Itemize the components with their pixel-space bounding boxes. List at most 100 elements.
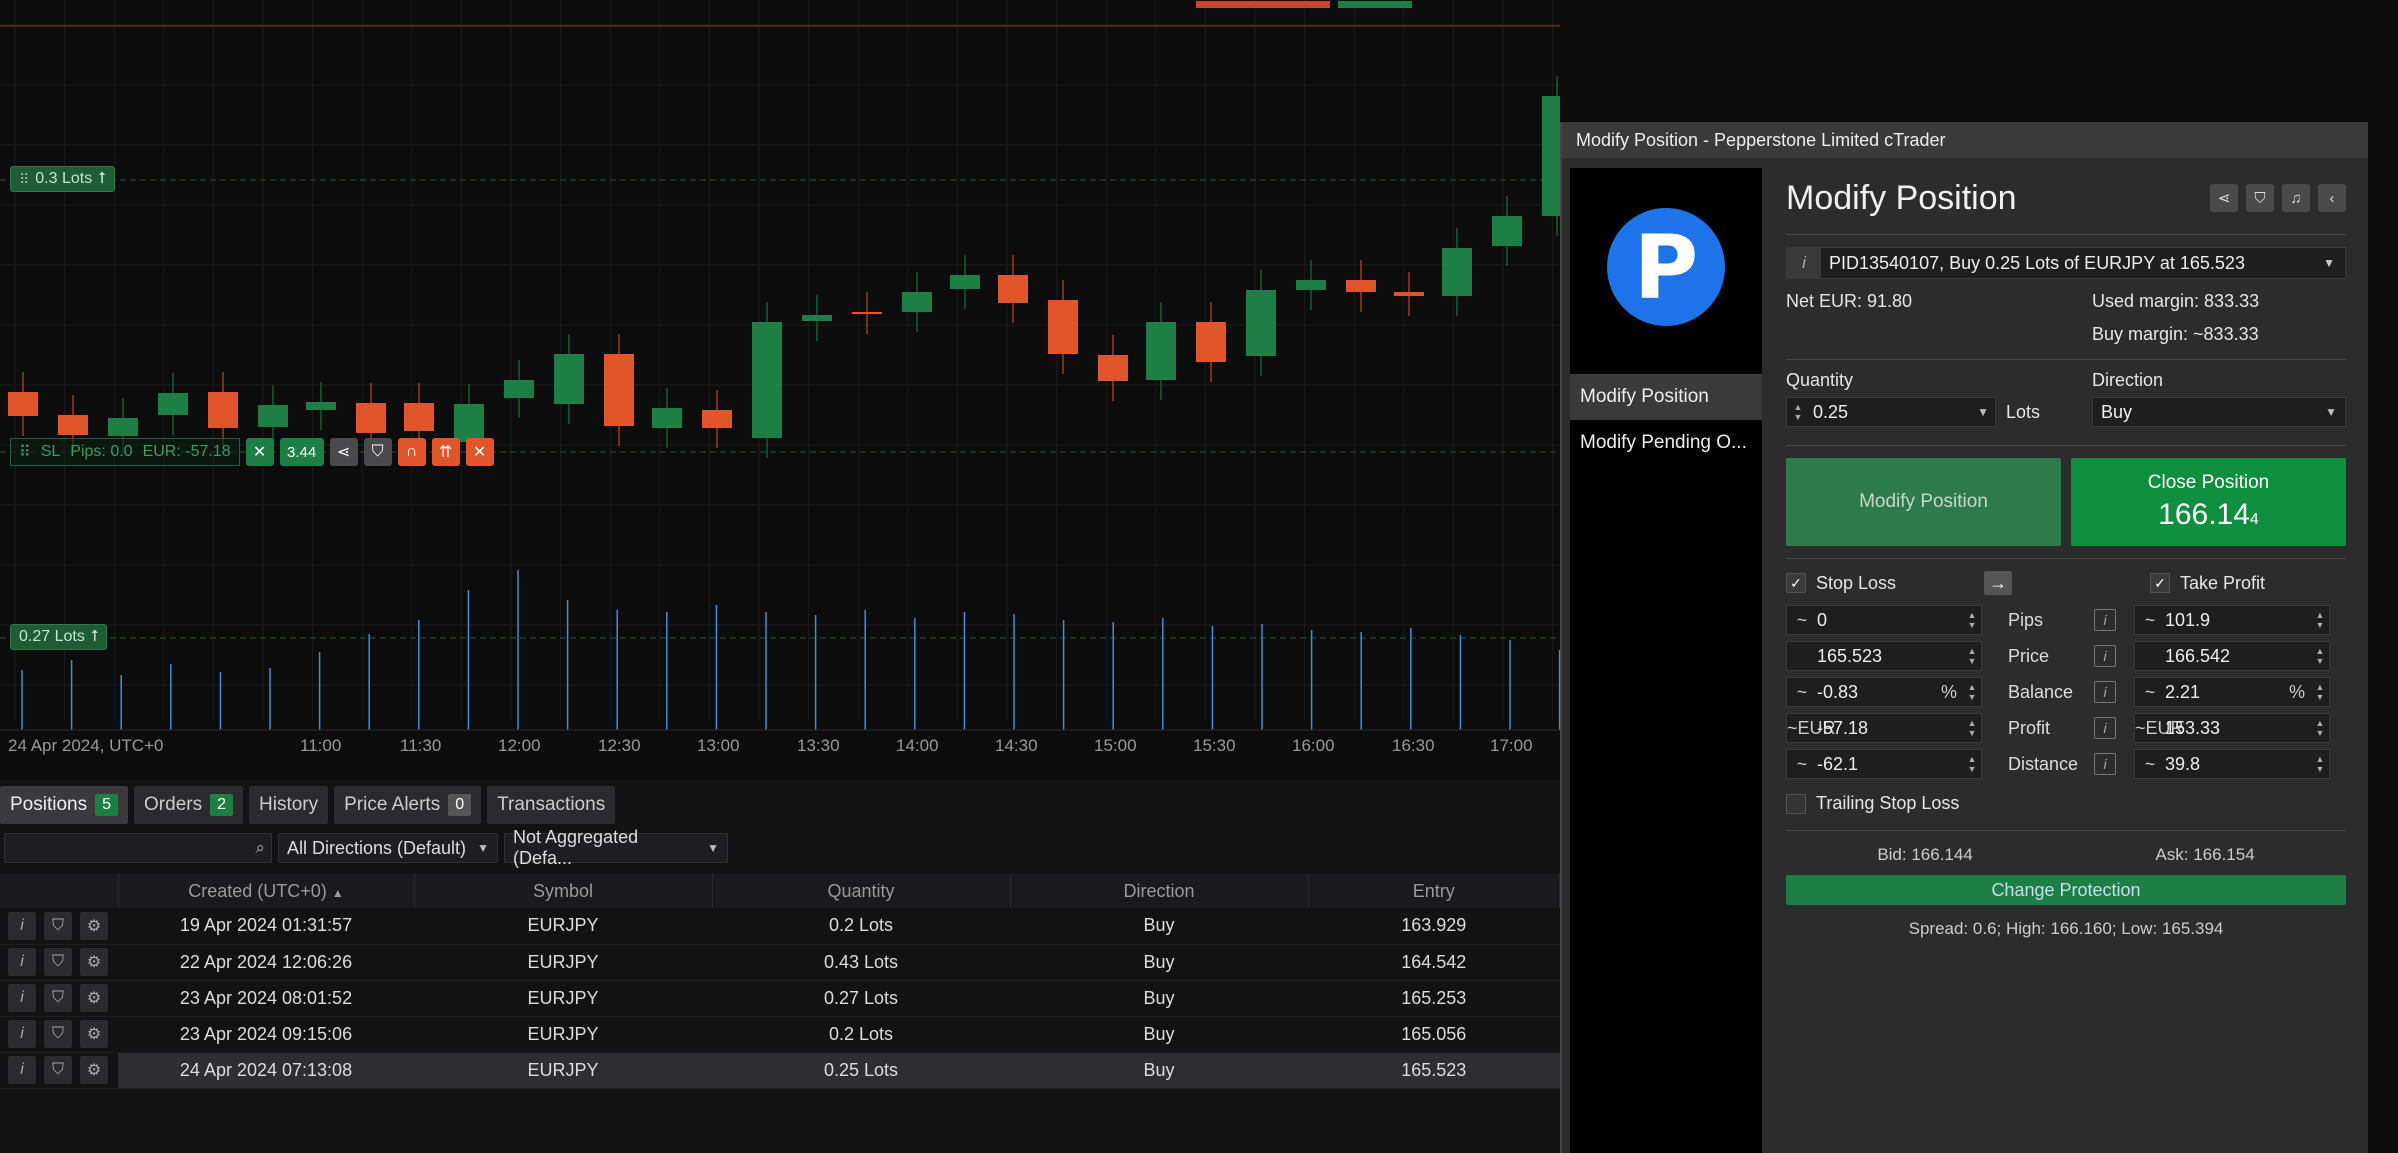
take-profit-checkbox[interactable]: ✓ [2150, 573, 2170, 593]
info-icon[interactable]: i [8, 911, 36, 940]
shield-icon[interactable]: ⛉ [44, 911, 72, 940]
shield-icon[interactable]: ⛉ [44, 1020, 72, 1048]
info-icon[interactable]: i [2094, 753, 2116, 775]
table-row[interactable]: i ⛉ ⚙ 19 Apr 2024 01:31:57 EURJPY 0.2 Lo… [0, 908, 1560, 945]
column-header-created[interactable]: Created (UTC+0) ▲ [118, 874, 415, 908]
tab-history[interactable]: History [249, 786, 329, 824]
info-icon[interactable]: i [8, 984, 36, 1012]
time-tick-label: 11:00 [300, 736, 342, 755]
sidebar-item-modify-pending[interactable]: Modify Pending O... [1570, 420, 1762, 466]
stepper-arrows-icon[interactable]: ▲ ▼ [2311, 718, 2329, 738]
info-icon[interactable]: i [8, 1020, 36, 1048]
column-header-entry[interactable]: Entry [1308, 874, 1560, 908]
tab-orders[interactable]: Orders 2 [134, 786, 243, 824]
info-icon[interactable]: i [2094, 681, 2116, 703]
shield-icon[interactable]: ⛉ [2246, 184, 2274, 212]
tp-distance-field[interactable]: ~39.8 ▲ ▼ [2134, 749, 2330, 779]
sl-pips-field[interactable]: ~0 ▲ ▼ [1786, 605, 1982, 635]
sl-line-label[interactable]: ⠿ SL Pips: 0.0 EUR: -57.18 [10, 438, 240, 466]
stepper-arrows-icon[interactable]: ▲ ▼ [1963, 682, 1981, 702]
close-position-button[interactable]: Close Position 166.144 [2071, 458, 2346, 546]
info-icon[interactable]: i [8, 1056, 36, 1084]
tab-positions[interactable]: Positions 5 [0, 786, 129, 824]
stop-loss-checkbox[interactable]: ✓ [1786, 573, 1806, 593]
stepper-arrows-icon[interactable]: ▲ ▼ [2311, 682, 2329, 702]
gear-icon[interactable]: ⚙ [80, 1056, 108, 1084]
direction-filter[interactable]: All Directions (Default) ▼ [278, 833, 498, 863]
arrow-right-icon[interactable]: → [1984, 571, 2012, 595]
drag-grip-icon[interactable]: ⠿ [19, 442, 31, 462]
info-icon[interactable]: i [2094, 645, 2116, 667]
shield-icon[interactable]: ⛉ [44, 1056, 72, 1084]
close-icon[interactable]: ✕ [245, 438, 274, 466]
tp-pips-field[interactable]: ~101.9 ▲ ▼ [2134, 605, 2330, 635]
aggregation-filter[interactable]: Not Aggregated (Defa... ▼ [504, 827, 728, 868]
gear-icon[interactable]: ⚙ [80, 911, 108, 940]
stepper-arrows-icon[interactable]: ▲ ▼ [1963, 646, 1981, 666]
trailing-stop-checkbox[interactable] [1786, 793, 1806, 814]
stepper-arrows-icon[interactable]: ▲ ▼ [1963, 754, 1981, 774]
share-icon[interactable]: ⋖ [2210, 184, 2238, 212]
column-header-direction[interactable]: Direction [1010, 874, 1309, 908]
search-icon[interactable]: ⌕ [255, 838, 265, 858]
close-price-main: 166.14 [2158, 498, 2250, 531]
tp-profit-field[interactable]: ~EUR 153.33 ▲ ▼ [2134, 713, 2330, 743]
table-row[interactable]: i ⛉ ⚙ 23 Apr 2024 08:01:52 EURJPY 0.27 L… [0, 980, 1560, 1017]
sl-balance-field[interactable]: ~ -0.83% ▲ ▼ [1786, 677, 1982, 707]
stepper-arrows-icon[interactable]: ▲ ▼ [1963, 610, 1981, 630]
gear-icon[interactable]: ⚙ [80, 1020, 108, 1048]
shield-icon[interactable]: ⛉ [363, 438, 392, 466]
reverse-icon[interactable]: ∩ [397, 438, 426, 466]
table-row[interactable]: i ⛉ ⚙ 23 Apr 2024 09:15:06 EURJPY 0.2 Lo… [0, 1016, 1560, 1053]
column-header-symbol[interactable]: Symbol [414, 874, 713, 908]
tab-price-alerts[interactable]: Price Alerts 0 [334, 786, 482, 824]
shield-icon[interactable]: ⛉ [44, 984, 72, 1012]
table-row[interactable]: i ⛉ ⚙ 22 Apr 2024 12:06:26 EURJPY 0.43 L… [0, 944, 1560, 981]
direction-select[interactable]: Buy ▼ [2092, 397, 2346, 427]
chevron-left-icon[interactable]: ‹ [2318, 184, 2346, 212]
table-row[interactable]: i ⛉ ⚙ 24 Apr 2024 07:13:08 EURJPY 0.25 L… [0, 1052, 1560, 1089]
tp-balance-field[interactable]: ~2.21% ▲ ▼ [2134, 677, 2330, 707]
row-actions: i ⛉ ⚙ [0, 980, 118, 1017]
tp-price-field[interactable]: 166.542 ▲ ▼ [2134, 641, 2330, 671]
gear-icon[interactable]: ⚙ [80, 984, 108, 1012]
modify-position-button[interactable]: Modify Position [1786, 458, 2061, 546]
bell-icon[interactable]: ♫ [2282, 184, 2310, 212]
tab-transactions[interactable]: Transactions [487, 786, 616, 824]
lot-tag-top[interactable]: ⠿ 0.3 Lots ⭡ [10, 166, 115, 192]
positions-table: Created (UTC+0) ▲ Symbol Quantity Direct… [0, 874, 1560, 1089]
stepper-arrows-icon[interactable]: ▲ ▼ [1963, 718, 1981, 738]
cell-quantity: 0.2 Lots [712, 1016, 1010, 1053]
share-icon[interactable]: ⋖ [329, 438, 358, 466]
change-protection-button[interactable]: Change Protection [1786, 875, 2346, 905]
close-position-icon[interactable]: ✕ [465, 438, 494, 466]
sl-distance-field[interactable]: ~ -62.1 ▲ ▼ [1786, 749, 1982, 779]
info-icon[interactable]: i [2094, 609, 2116, 631]
price-chart[interactable]: ⠿ 0.3 Lots ⭡ ⠿ SL Pips: 0.0 EUR: -57.18 … [0, 0, 1560, 765]
column-header-quantity[interactable]: Quantity [712, 874, 1011, 908]
position-price-label[interactable]: 3.44 [279, 438, 324, 466]
info-icon[interactable]: i [2094, 717, 2116, 739]
gear-icon[interactable]: ⚙ [80, 948, 108, 976]
info-icon[interactable]: i [8, 948, 36, 976]
value: 153.33 [2165, 717, 2221, 738]
window-title[interactable]: Modify Position - Pepperstone Limited cT… [1562, 122, 2398, 158]
sidebar-item-modify-position[interactable]: Modify Position [1570, 374, 1762, 420]
double-up-icon[interactable]: ⇈ [431, 438, 460, 466]
stepper-arrows-icon[interactable]: ▲ ▼ [2311, 646, 2329, 666]
quantity-stepper[interactable]: ▲ ▼ 0.25 ▼ [1786, 397, 1996, 427]
info-icon[interactable]: i [1787, 248, 1821, 278]
cell-quantity: 0.25 Lots [712, 1052, 1010, 1089]
search-input[interactable]: ⌕ [4, 833, 272, 863]
stepper-arrows-icon[interactable]: ▲ ▼ [2311, 610, 2329, 630]
drag-grip-icon[interactable]: ⠿ [19, 171, 29, 188]
chart-canvas[interactable] [0, 0, 1560, 765]
shield-icon[interactable]: ⛉ [44, 948, 72, 976]
lot-tag-bottom[interactable]: 0.27 Lots ⭡ [10, 624, 108, 650]
stepper-arrows-icon[interactable]: ▲ ▼ [2311, 754, 2329, 774]
position-select[interactable]: i PID13540107, Buy 0.25 Lots of EURJPY a… [1786, 247, 2346, 279]
stepper-arrows-icon[interactable]: ▲ ▼ [1787, 398, 1809, 426]
chevron-down-icon[interactable]: ▼ [1977, 405, 1995, 419]
sl-profit-field[interactable]: ~EUR -57.18 ▲ ▼ [1786, 713, 1982, 743]
sl-price-field[interactable]: 165.523 ▲ ▼ [1786, 641, 1982, 671]
